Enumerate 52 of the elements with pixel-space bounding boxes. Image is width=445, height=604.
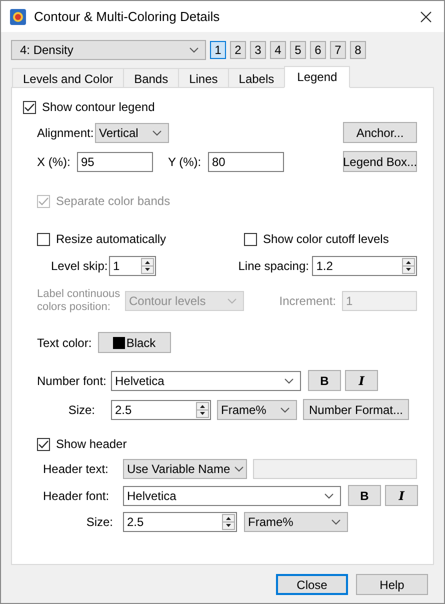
- italic-button[interactable]: I: [345, 370, 378, 391]
- spin-field[interactable]: 2.5: [123, 512, 237, 532]
- checkbox-label: Separate color bands: [56, 193, 170, 210]
- group-toggle[interactable]: 5: [290, 41, 306, 59]
- dropdown[interactable]: Vertical: [95, 122, 169, 142]
- field-label: Text color:: [37, 334, 93, 352]
- spin-field[interactable]: 1.2: [312, 256, 417, 276]
- number-format-button[interactable]: Number Format...: [303, 399, 409, 420]
- group-toggle[interactable]: 4: [270, 41, 286, 59]
- legend-box-button[interactable]: Legend Box...: [343, 151, 417, 172]
- group-toggle[interactable]: 8: [350, 41, 366, 59]
- group-toggle[interactable]: 3: [250, 41, 266, 59]
- dialog-button[interactable]: Help: [356, 574, 428, 595]
- field-label: Alignment:: [37, 124, 95, 142]
- italic-button[interactable]: I: [385, 485, 418, 506]
- dropdown[interactable]: Frame%: [244, 512, 348, 532]
- field-label: X (%):: [37, 154, 72, 170]
- field-label: Label continuous colors position:: [37, 288, 122, 314]
- field-label: Level skip:: [51, 258, 109, 275]
- group-toggle[interactable]: 1: [210, 41, 226, 59]
- input-field[interactable]: 95: [77, 152, 153, 172]
- dropdown[interactable]: 4: Density: [11, 40, 206, 60]
- input-field[interactable]: 80: [208, 152, 284, 172]
- field-label: Size:: [85, 514, 114, 531]
- field-label: Size:: [67, 402, 96, 418]
- checkbox-label: Show color cutoff levels: [263, 231, 389, 248]
- checkbox-label: Show contour legend: [42, 99, 155, 116]
- bold-button[interactable]: B: [308, 370, 341, 391]
- tab[interactable]: Levels and Color: [12, 68, 124, 88]
- tab[interactable]: Legend: [284, 66, 350, 88]
- dropdown[interactable]: Frame%: [217, 400, 297, 420]
- group-toggle[interactable]: 6: [310, 41, 326, 59]
- checkbox-label: Resize automatically: [56, 231, 166, 248]
- checkbox-label: Show header: [56, 436, 127, 453]
- bold-button[interactable]: B: [348, 485, 381, 506]
- field-label: Number font:: [37, 372, 108, 390]
- group-toggle[interactable]: 7: [330, 41, 346, 59]
- dialog-button[interactable]: Close: [276, 574, 348, 595]
- dropdown[interactable]: Helvetica: [123, 486, 341, 506]
- group-toggle[interactable]: 2: [230, 41, 246, 59]
- window-title: Contour & Multi-Coloring Details: [34, 8, 220, 26]
- spin-field[interactable]: 1: [109, 256, 156, 276]
- spin-field[interactable]: 2.5: [111, 400, 211, 420]
- color-button[interactable]: Black: [98, 332, 171, 353]
- anchor-button[interactable]: Anchor...: [343, 122, 417, 143]
- field-label: Header text:: [43, 461, 110, 478]
- field-label: Header font:: [43, 488, 110, 504]
- field-label: Line spacing:: [238, 258, 310, 275]
- dropdown[interactable]: Use Variable Name: [123, 459, 247, 479]
- dropdown[interactable]: Helvetica: [111, 370, 301, 390]
- field-label: Y (%):: [168, 154, 202, 170]
- field-label: Increment:: [279, 293, 336, 310]
